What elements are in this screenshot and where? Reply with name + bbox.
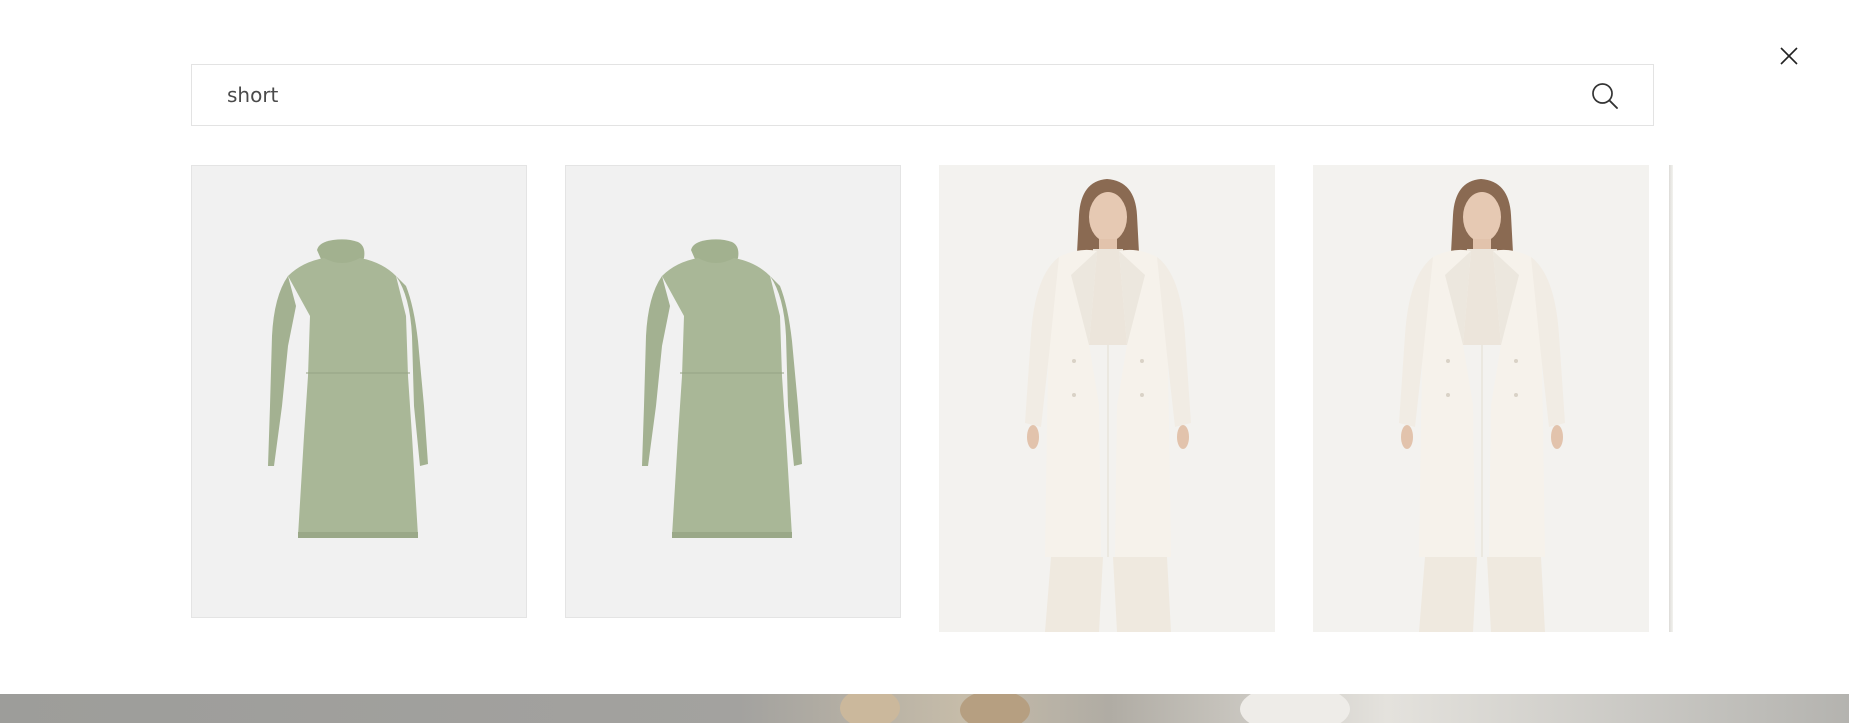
dress-image xyxy=(642,239,802,538)
coat-model-image xyxy=(1025,179,1191,632)
background-shape xyxy=(840,694,900,723)
product-card-green-dress-1[interactable] xyxy=(191,165,527,618)
dress-image xyxy=(268,239,428,538)
product-card-white-coat-2[interactable] xyxy=(1313,165,1649,632)
search-input[interactable] xyxy=(227,65,1527,125)
search-overlay xyxy=(0,0,1849,694)
coat-model-image xyxy=(1399,179,1565,632)
product-card-green-dress-2[interactable] xyxy=(565,165,901,618)
search-icon[interactable] xyxy=(1591,82,1619,110)
background-shape xyxy=(1240,694,1350,723)
product-card-partial[interactable] xyxy=(1669,165,1673,632)
search-bar xyxy=(191,64,1654,126)
product-card-white-coat-1[interactable] xyxy=(939,165,1275,632)
close-icon xyxy=(1780,47,1798,65)
close-button[interactable] xyxy=(1776,43,1802,69)
search-results xyxy=(191,165,1673,633)
background-shape xyxy=(960,694,1030,723)
background-hero-strip xyxy=(0,694,1849,723)
